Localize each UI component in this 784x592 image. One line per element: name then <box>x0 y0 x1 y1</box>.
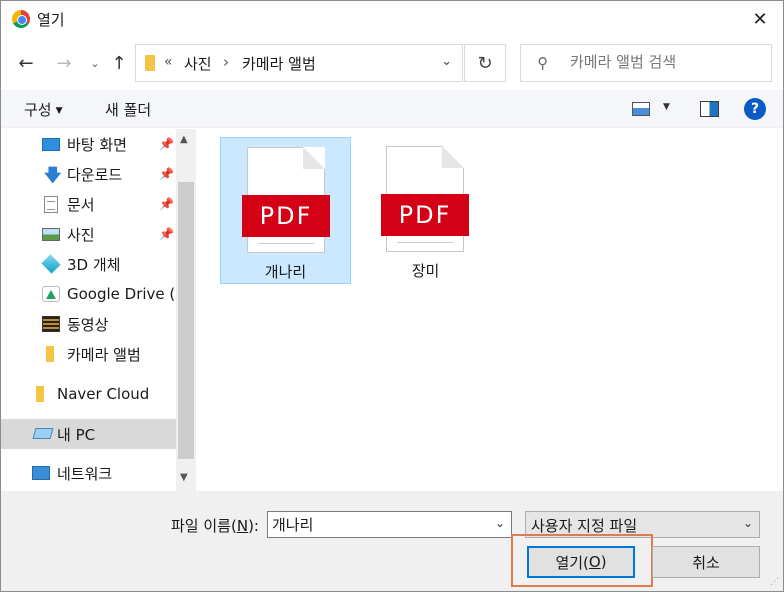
google-drive-icon <box>42 286 60 302</box>
pin-icon: 📌 <box>159 227 174 241</box>
open-accesskey: O <box>588 553 601 571</box>
sidebar-item-label: 동영상 <box>67 315 109 334</box>
pin-icon: 📌 <box>159 197 174 211</box>
command-toolbar: 구성 ▼ 새 폴더 ▼ ? <box>1 90 783 128</box>
pin-icon: 📌 <box>159 167 174 181</box>
navigation-pane: 바탕 화면 📌 🡇 다운로드 📌 문서 📌 사진 📌 3D 개체 Google … <box>1 129 176 491</box>
organize-button[interactable]: 구성 ▼ <box>24 99 63 120</box>
pictures-icon <box>42 228 60 241</box>
recent-locations-button[interactable]: ⌄ <box>82 49 108 77</box>
up-button[interactable]: ↑ <box>106 49 132 77</box>
sidebar-item-label: 네트워크 <box>57 464 113 483</box>
filename-combobox[interactable]: ⌄ <box>267 511 512 538</box>
navigation-pane-scrollbar[interactable]: ▲ ▼ <box>176 129 196 491</box>
file-item-gaenari[interactable]: PDF 개나리 <box>220 137 351 284</box>
sidebar-item-label: Naver Cloud <box>57 385 150 403</box>
filename-label-suffix: ): <box>248 517 259 535</box>
open-label-prefix: 열기( <box>555 553 589 572</box>
pdf-badge: PDF <box>381 194 469 236</box>
document-icon <box>44 196 58 213</box>
chevron-down-icon: ⌄ <box>742 516 753 530</box>
open-label-suffix: ) <box>600 553 607 571</box>
open-button[interactable]: 열기(O) <box>527 546 635 578</box>
this-pc-icon <box>32 428 54 439</box>
sidebar-item-label: 사진 <box>67 225 95 244</box>
sidebar-item-network[interactable]: 네트워크 <box>1 458 176 488</box>
file-name: 장미 <box>411 262 440 280</box>
view-options-caret-icon[interactable]: ▼ <box>663 102 670 112</box>
file-name: 개나리 <box>264 263 307 281</box>
address-bar[interactable]: « 사진 › 카메라 앨범 ⌄ <box>135 44 463 82</box>
file-list: PDF 개나리 PDF 장미 <box>197 129 783 491</box>
scrollbar-thumb[interactable] <box>178 182 194 459</box>
pdf-badge: PDF <box>242 195 330 237</box>
sidebar-item-desktop[interactable]: 바탕 화면 📌 <box>1 129 176 159</box>
search-input[interactable] <box>570 53 765 71</box>
chevron-down-icon[interactable]: ⌄ <box>495 516 505 530</box>
dialog-title: 열기 <box>37 11 65 29</box>
file-type-value: 사용자 지정 파일 <box>531 517 638 535</box>
cancel-button[interactable]: 취소 <box>652 546 760 578</box>
refresh-button[interactable]: ↻ <box>464 44 506 82</box>
sidebar-item-label: 카메라 앨범 <box>67 345 141 364</box>
scroll-down-icon[interactable]: ▼ <box>180 472 188 483</box>
filename-label-prefix: 파일 이름( <box>171 517 237 535</box>
download-icon: 🡇 <box>44 166 62 186</box>
sidebar-item-label: 내 PC <box>57 425 96 444</box>
filename-accesskey: N <box>236 517 249 535</box>
sidebar-item-label: 3D 개체 <box>67 255 121 274</box>
close-button[interactable]: ✕ <box>737 1 783 37</box>
folder-icon <box>46 346 54 362</box>
sidebar-item-label: 다운로드 <box>67 165 123 184</box>
3d-objects-icon <box>41 254 61 274</box>
sidebar-item-camera-album[interactable]: 카메라 앨범 <box>1 339 176 369</box>
new-folder-button[interactable]: 새 폴더 <box>105 99 151 120</box>
desktop-icon <box>42 138 60 151</box>
preview-pane-icon[interactable] <box>700 101 719 117</box>
sidebar-item-google-drive[interactable]: Google Drive (X <box>1 279 176 309</box>
sidebar-item-this-pc[interactable]: 내 PC <box>1 419 176 449</box>
organize-label: 구성 <box>24 101 52 119</box>
sidebar-item-label: Google Drive (X <box>67 285 176 303</box>
address-dropdown-icon[interactable]: ⌄ <box>441 54 452 69</box>
sidebar-item-3d-objects[interactable]: 3D 개체 <box>1 249 176 279</box>
search-icon: ⚲ <box>537 54 548 72</box>
help-button[interactable]: ? <box>744 98 766 120</box>
back-button[interactable]: ← <box>13 49 39 77</box>
chrome-app-icon <box>12 10 30 28</box>
sidebar-item-documents[interactable]: 문서 📌 <box>1 189 176 219</box>
breadcrumb-overflow-icon[interactable]: « <box>164 54 173 70</box>
change-view-icon[interactable] <box>632 102 650 116</box>
sidebar-item-downloads[interactable]: 🡇 다운로드 📌 <box>1 159 176 189</box>
folder-icon <box>145 55 155 71</box>
resize-grip-icon[interactable]: ⋰ <box>770 577 779 587</box>
sidebar-item-pictures[interactable]: 사진 📌 <box>1 219 176 249</box>
caret-down-icon: ▼ <box>55 106 63 116</box>
file-item-jangmi[interactable]: PDF 장미 <box>360 137 491 284</box>
title-bar: 열기 ✕ <box>1 1 783 37</box>
breadcrumb-separator-icon[interactable]: › <box>223 53 229 71</box>
folder-icon <box>36 386 44 402</box>
network-icon <box>32 466 50 480</box>
scroll-up-icon[interactable]: ▲ <box>180 134 188 145</box>
breadcrumb-item-pictures[interactable]: 사진 <box>184 53 212 74</box>
pin-icon: 📌 <box>159 137 174 151</box>
dialog-footer: 파일 이름(N): ⌄ 사용자 지정 파일 ⌄ 열기(O) 취소 ⋰ <box>1 491 783 591</box>
sidebar-item-naver-cloud[interactable]: Naver Cloud <box>1 379 176 409</box>
open-file-dialog: 열기 ✕ ← → ⌄ ↑ « 사진 › 카메라 앨범 ⌄ ↻ ⚲ 구성▼ 새 폴… <box>0 0 784 592</box>
sidebar-item-label: 바탕 화면 <box>67 135 127 154</box>
sidebar-item-label: 문서 <box>67 195 95 214</box>
video-icon <box>42 316 60 332</box>
filename-label: 파일 이름(N): <box>171 515 259 536</box>
forward-button[interactable]: → <box>51 49 77 77</box>
filename-input[interactable] <box>272 515 482 533</box>
breadcrumb-item-camera-album[interactable]: 카메라 앨범 <box>242 53 316 74</box>
search-box[interactable]: ⚲ <box>520 44 772 82</box>
sidebar-item-videos[interactable]: 동영상 <box>1 309 176 339</box>
